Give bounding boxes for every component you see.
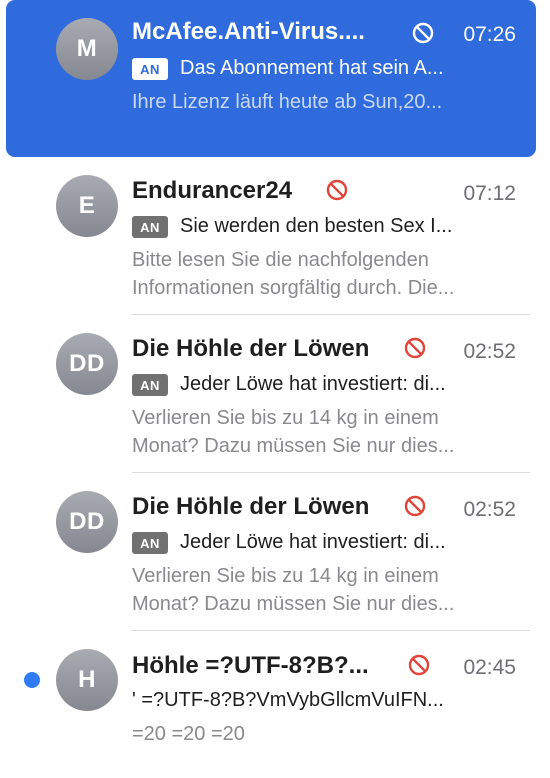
account-tag: AN bbox=[132, 58, 168, 80]
message-preview: Monat? Dazu müssen Sie nur dies... bbox=[132, 593, 455, 615]
message-list: M McAfee.Anti-Virus.... 07:26 AN Das Abo… bbox=[0, 0, 550, 778]
message-row[interactable]: M McAfee.Anti-Virus.... 07:26 AN Das Abo… bbox=[6, 0, 536, 157]
unread-indicator bbox=[24, 672, 40, 688]
avatar: M bbox=[56, 18, 118, 80]
account-tag: AN bbox=[132, 532, 168, 554]
sender-name: Die Höhle der Löwen bbox=[132, 335, 370, 362]
block-icon bbox=[404, 495, 426, 517]
block-icon bbox=[404, 337, 426, 359]
row-divider bbox=[132, 314, 530, 315]
message-preview: Monat? Dazu müssen Sie nur dies... bbox=[132, 435, 455, 457]
message-subject: Sie werden den besten Sex I... bbox=[180, 215, 453, 237]
message-subject: ' =?UTF-8?B?VmVybGllcmVuIFN... bbox=[132, 689, 444, 711]
message-row[interactable]: H Höhle =?UTF-8?B?... 02:45 ' =?UTF-8?B?… bbox=[6, 634, 536, 778]
avatar: H bbox=[56, 649, 118, 711]
sender-name: Endurancer24 bbox=[132, 177, 293, 204]
message-preview: Ihre Lizenz läuft heute ab Sun,20... bbox=[132, 91, 443, 113]
message-row[interactable]: E Endurancer24 07:12 AN Sie werden den b… bbox=[6, 160, 536, 316]
block-icon bbox=[326, 179, 348, 201]
block-icon bbox=[412, 22, 434, 44]
message-preview: Bitte lesen Sie die nachfolgenden bbox=[132, 249, 429, 271]
message-time: 07:12 bbox=[463, 182, 516, 205]
row-divider bbox=[132, 472, 530, 473]
message-subject: Jeder Löwe hat investiert: di... bbox=[180, 531, 446, 553]
message-subject: Das Abonnement hat sein A... bbox=[180, 57, 444, 79]
avatar: DD bbox=[56, 491, 118, 553]
message-time: 02:45 bbox=[463, 656, 516, 679]
message-preview: Verlieren Sie bis zu 14 kg in einem bbox=[132, 407, 439, 429]
message-preview: =20 =20 =20 bbox=[132, 723, 245, 745]
account-tag: AN bbox=[132, 374, 168, 396]
message-time: 02:52 bbox=[463, 498, 516, 521]
avatar: DD bbox=[56, 333, 118, 395]
block-icon bbox=[408, 654, 430, 676]
message-row[interactable]: DD Die Höhle der Löwen 02:52 AN Jeder Lö… bbox=[6, 318, 536, 474]
row-divider bbox=[132, 630, 530, 631]
avatar: E bbox=[56, 175, 118, 237]
sender-name: McAfee.Anti-Virus.... bbox=[132, 18, 365, 45]
message-row[interactable]: DD Die Höhle der Löwen 02:52 AN Jeder Lö… bbox=[6, 476, 536, 632]
message-preview: Verlieren Sie bis zu 14 kg in einem bbox=[132, 565, 439, 587]
message-subject: Jeder Löwe hat investiert: di... bbox=[180, 373, 446, 395]
message-preview: Informationen sorgfältig durch. Die... bbox=[132, 277, 455, 299]
message-time: 02:52 bbox=[463, 340, 516, 363]
account-tag: AN bbox=[132, 216, 168, 238]
sender-name: Die Höhle der Löwen bbox=[132, 493, 370, 520]
message-time: 07:26 bbox=[463, 23, 516, 46]
sender-name: Höhle =?UTF-8?B?... bbox=[132, 652, 369, 679]
